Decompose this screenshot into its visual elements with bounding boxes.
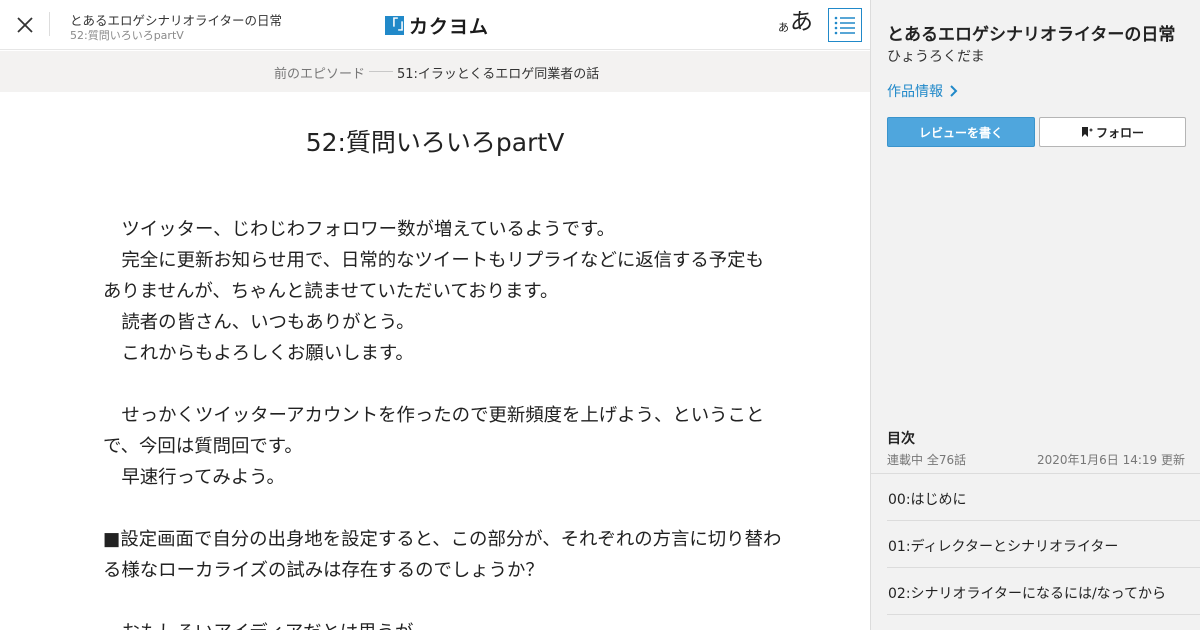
header-divider [49, 12, 50, 36]
previous-episode-bar[interactable]: 前のエピソード 51:イラッとくるエロゲ同業者の話 [0, 51, 870, 92]
body-line [103, 369, 773, 400]
body-line: 読者の皆さん、いつもありがとう。 [103, 312, 415, 333]
body-line: 完全に更新お知らせ用で、日常的なツイートもリプライなどに返信する予定も [103, 250, 764, 271]
body-line: おもしろいアイディアだとは思うが [103, 617, 773, 630]
work-info-label: 作品情報 [887, 84, 943, 100]
body-line: これからもよろしくお願いします。 [103, 343, 414, 364]
font-size-small-glyph: あ [778, 21, 789, 34]
body-line [103, 493, 773, 524]
logo-text: カクヨム [409, 15, 490, 38]
write-review-button[interactable]: レビューを書く [887, 117, 1035, 147]
close-button[interactable] [10, 10, 40, 40]
previous-episode-separator [369, 71, 393, 72]
reader-header: とあるエロゲシナリオライターの日常 52:質問いろいろpartⅤ 「」 カクヨム… [0, 0, 870, 50]
sidebar-work-title[interactable]: とあるエロゲシナリオライターの日常 [887, 20, 1175, 45]
font-size-button[interactable]: あ あ [778, 9, 813, 35]
close-icon [17, 17, 33, 33]
body-line [103, 586, 773, 617]
toc-item[interactable]: 01:ディレクターとシナリオライター [887, 521, 1200, 568]
body-line: で、今回は質問回です。 [103, 436, 303, 457]
logo-mark-icon: 「」 [385, 15, 412, 35]
body-line: る様なローカライズの試みは存在するのでしょうか？ [103, 560, 544, 581]
toc-heading: 目次 [887, 431, 915, 447]
toc-toggle-button[interactable] [828, 8, 862, 42]
episode-title: 52:質問いろいろpartⅤ [305, 128, 565, 157]
sidebar: とあるエロゲシナリオライターの日常 ひょうろくだま 作品情報 レビューを書く フ… [870, 0, 1200, 630]
body-line: ツイッター、じわじわフォロワー数が増えているようです。 [103, 219, 615, 240]
toc-status: 連載中 全76話 [887, 453, 967, 467]
font-size-large-glyph: あ [790, 9, 813, 35]
reader-pane: とあるエロゲシナリオライターの日常 52:質問いろいろpartⅤ 「」 カクヨム… [0, 0, 870, 630]
body-line: 早速行ってみよう。 [103, 467, 285, 488]
toc-item[interactable]: 02:シナリオライターになるには/なってから [887, 568, 1200, 615]
episode-subtitle: 52:質問いろいろpartⅤ [70, 29, 184, 42]
body-line: ■設定画面で自分の出身地を設定すると、この部分が、それぞれの方言に切り替わ [103, 529, 782, 550]
follow-label: フォロー [1095, 125, 1144, 140]
follow-button[interactable]: フォロー [1039, 117, 1186, 147]
previous-episode-link[interactable]: 51:イラッとくるエロゲ同業者の話 [397, 63, 599, 82]
kakuyomu-logo[interactable]: 「」 カクヨム [385, 13, 490, 38]
body-line: ありませんが、ちゃんと読ませていただいております。 [103, 281, 559, 302]
chevron-right-icon [950, 85, 958, 97]
toc-item[interactable]: 00:はじめに [887, 474, 1200, 521]
sidebar-author[interactable]: ひょうろくだま [887, 46, 985, 66]
previous-episode-label: 前のエピソード [274, 67, 366, 82]
toc-list-icon [834, 16, 855, 35]
toc-updated: 2020年1月6日 14:19 更新 [1036, 453, 1185, 467]
work-info-link[interactable]: 作品情報 [887, 81, 958, 101]
episode-body: ツイッター、じわじわフォロワー数が増えているようです。 完全に更新お知らせ用で、… [103, 214, 782, 630]
bookmark-plus-icon [1081, 127, 1093, 137]
body-line: せっかくツイッターアカウントを作ったので更新頻度を上げよう、ということ [103, 405, 765, 426]
